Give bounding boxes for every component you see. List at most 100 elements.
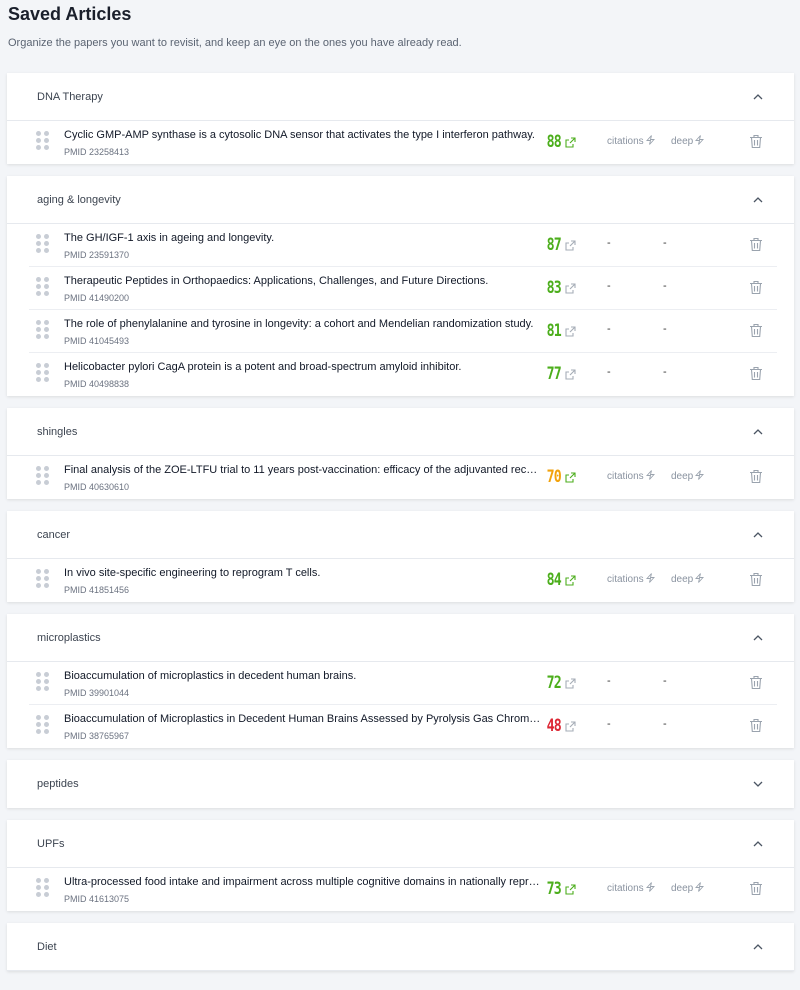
- folder-header[interactable]: UPFs: [7, 820, 794, 868]
- external-link-icon[interactable]: [565, 719, 576, 732]
- trash-icon[interactable]: [749, 134, 763, 149]
- relevance-score: 73: [546, 879, 562, 899]
- deep-placeholder: -: [663, 675, 667, 687]
- folder-header[interactable]: peptides: [7, 760, 794, 808]
- deep-placeholder: -: [663, 280, 667, 292]
- folder-header[interactable]: DNA Therapy: [7, 73, 794, 121]
- drag-handle-icon[interactable]: [36, 277, 50, 297]
- folder-name: Diet: [37, 940, 57, 953]
- external-link-icon[interactable]: [565, 676, 576, 689]
- external-link-icon[interactable]: [565, 367, 576, 380]
- external-link-icon[interactable]: [565, 470, 576, 483]
- chevron-up-icon[interactable]: [752, 838, 764, 850]
- external-link-icon[interactable]: [565, 281, 576, 294]
- citations-label: citations: [607, 471, 644, 482]
- drag-handle-icon[interactable]: [36, 466, 50, 486]
- article-title[interactable]: Helicobacter pylori CagA protein is a po…: [64, 361, 542, 373]
- drag-handle-icon[interactable]: [36, 878, 50, 898]
- external-link-icon[interactable]: [565, 238, 576, 251]
- trash-icon[interactable]: [749, 323, 763, 338]
- article-title[interactable]: Bioaccumulation of Microplastics in Dece…: [64, 713, 542, 725]
- deep-button[interactable]: deep: [671, 135, 705, 148]
- citations-button[interactable]: citations: [607, 470, 655, 483]
- trash-icon[interactable]: [749, 469, 763, 484]
- drag-handle-icon[interactable]: [36, 363, 50, 383]
- article-title[interactable]: The GH/IGF-1 axis in ageing and longevit…: [64, 232, 542, 244]
- article-title[interactable]: Cyclic GMP-AMP synthase is a cytosolic D…: [64, 129, 542, 141]
- trash-icon[interactable]: [749, 237, 763, 252]
- article-title[interactable]: Bioaccumulation of microplastics in dece…: [64, 670, 542, 682]
- bolt-icon: [695, 573, 705, 586]
- folder-section: UPFs Ultra-processed food intake and impa…: [7, 820, 794, 911]
- chevron-up-icon[interactable]: [752, 529, 764, 541]
- article-title[interactable]: Ultra-processed food intake and impairme…: [64, 876, 542, 888]
- chevron-up-icon[interactable]: [752, 426, 764, 438]
- article-title[interactable]: Therapeutic Peptides in Orthopaedics: Ap…: [64, 275, 542, 287]
- deep-placeholder: -: [663, 718, 667, 730]
- chevron-down-icon[interactable]: [752, 778, 764, 790]
- article-pmid: PMID 41851456: [64, 585, 130, 595]
- trash-icon[interactable]: [749, 572, 763, 587]
- external-link-icon[interactable]: [565, 573, 576, 586]
- folder-header[interactable]: Diet: [7, 923, 794, 971]
- drag-handle-icon[interactable]: [36, 131, 50, 151]
- bolt-icon: [645, 135, 655, 148]
- folder-name: DNA Therapy: [37, 90, 103, 103]
- citations-placeholder: -: [607, 237, 611, 249]
- chevron-up-icon[interactable]: [752, 941, 764, 953]
- article-title[interactable]: The role of phenylalanine and tyrosine i…: [64, 318, 542, 330]
- folder-name: UPFs: [37, 837, 65, 850]
- relevance-score: 48: [546, 716, 562, 736]
- article-title[interactable]: In vivo site-specific engineering to rep…: [64, 567, 542, 579]
- deep-label: deep: [671, 883, 694, 894]
- chevron-up-icon[interactable]: [752, 632, 764, 644]
- external-link-icon[interactable]: [565, 324, 576, 337]
- citations-button[interactable]: citations: [607, 135, 655, 148]
- deep-button[interactable]: deep: [671, 470, 705, 483]
- drag-handle-icon[interactable]: [36, 715, 50, 735]
- folder-header[interactable]: cancer: [7, 511, 794, 559]
- folder-header[interactable]: microplastics: [7, 614, 794, 662]
- citations-label: citations: [607, 883, 644, 894]
- article-pmid: PMID 41613075: [64, 894, 130, 904]
- drag-handle-icon[interactable]: [36, 234, 50, 254]
- drag-handle-icon[interactable]: [36, 320, 50, 340]
- external-link-icon[interactable]: [565, 135, 576, 148]
- deep-button[interactable]: deep: [671, 573, 705, 586]
- trash-icon[interactable]: [749, 881, 763, 896]
- trash-icon[interactable]: [749, 718, 763, 733]
- external-link-icon[interactable]: [565, 882, 576, 895]
- citations-placeholder: -: [607, 323, 611, 335]
- chevron-up-icon[interactable]: [752, 194, 764, 206]
- deep-label: deep: [671, 136, 694, 147]
- article-row: The GH/IGF-1 axis in ageing and longevit…: [29, 224, 777, 267]
- trash-icon[interactable]: [749, 366, 763, 381]
- drag-handle-icon[interactable]: [36, 672, 50, 692]
- trash-icon[interactable]: [749, 280, 763, 295]
- article-pmid: PMID 23591370: [64, 250, 130, 260]
- citations-placeholder: -: [607, 718, 611, 730]
- article-row: Bioaccumulation of microplastics in dece…: [29, 662, 777, 705]
- bolt-icon: [645, 470, 655, 483]
- article-pmid: PMID 41045493: [64, 336, 130, 346]
- folder-name: shingles: [37, 425, 78, 438]
- trash-icon[interactable]: [749, 675, 763, 690]
- citations-button[interactable]: citations: [607, 573, 655, 586]
- folder-header[interactable]: shingles: [7, 408, 794, 456]
- deep-label: deep: [671, 471, 694, 482]
- relevance-score: 81: [546, 321, 562, 341]
- folder-section: aging & longevity The GH/IGF-1 axis in ag…: [7, 176, 794, 396]
- article-title[interactable]: Final analysis of the ZOE-LTFU trial to …: [64, 464, 542, 476]
- deep-placeholder: -: [663, 237, 667, 249]
- citations-button[interactable]: citations: [607, 882, 655, 895]
- citations-placeholder: -: [607, 366, 611, 378]
- relevance-score: 84: [546, 570, 562, 590]
- drag-handle-icon[interactable]: [36, 569, 50, 589]
- folder-section: peptides: [7, 760, 794, 808]
- deep-button[interactable]: deep: [671, 882, 705, 895]
- citations-label: citations: [607, 574, 644, 585]
- chevron-up-icon[interactable]: [752, 91, 764, 103]
- folder-header[interactable]: aging & longevity: [7, 176, 794, 224]
- article-row: Therapeutic Peptides in Orthopaedics: Ap…: [29, 267, 777, 310]
- citations-label: citations: [607, 136, 644, 147]
